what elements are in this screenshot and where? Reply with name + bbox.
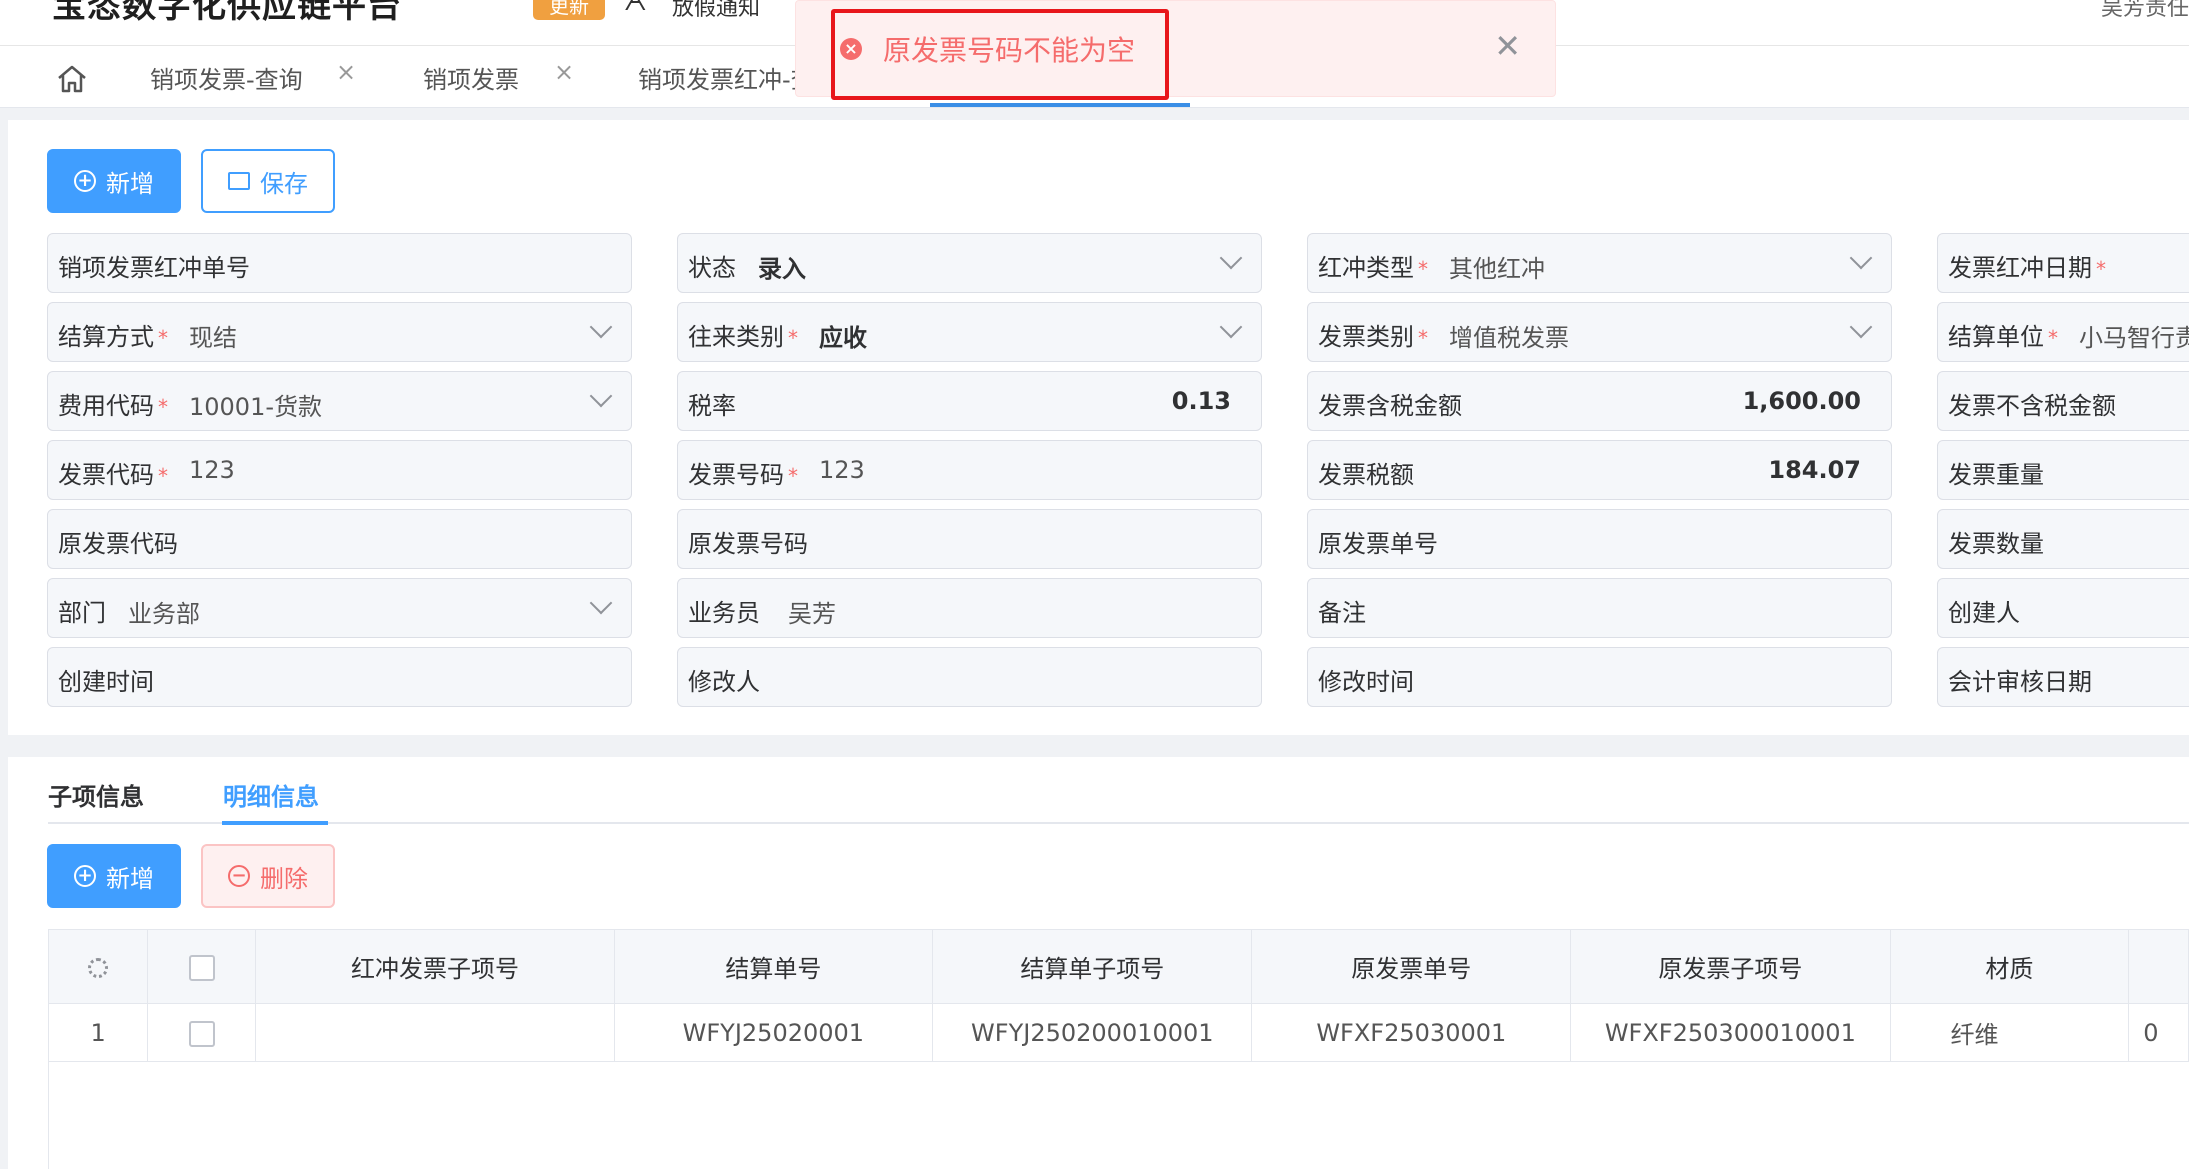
field-invoice-quantity[interactable]: 发票数量 [1937,509,2189,569]
gear-icon[interactable] [88,957,109,978]
table-cell[interactable]: WFXF250300010001 [1570,1003,1891,1062]
field-red-flush-type[interactable]: 红冲类型 * 其他红冲 [1307,233,1892,293]
column-settings[interactable] [47,929,149,1004]
chevron-down-icon [589,384,613,408]
row-select-cell[interactable] [147,1003,257,1062]
field-invoice-weight[interactable]: 发票重量 [1937,440,2189,500]
field-invoice-number[interactable]: 发票号码 * 123 [677,440,1262,500]
tab-invoice-query[interactable]: 销项发票-查询 [150,60,303,95]
column-header[interactable]: 材质 [1889,929,2130,1004]
close-icon[interactable]: × [336,58,356,86]
table-cell[interactable]: WFXF25030001 [1251,1003,1572,1062]
column-header[interactable]: 红冲发票子项号 [255,929,615,1004]
user-info[interactable]: 吴芳责任 [2101,0,2189,22]
notice-icon: ᗅ [624,0,647,16]
tabs-divider [48,822,2189,824]
field-settlement-method[interactable]: 结算方式 * 现结 [47,302,632,362]
plus-circle-icon: + [74,170,96,192]
field-orig-invoice-doc-no[interactable]: 原发票单号 [1307,509,1892,569]
field-remark[interactable]: 备注 [1307,578,1892,638]
chevron-down-icon [1219,315,1243,339]
field-red-flush-date[interactable]: 发票红冲日期 * [1937,233,2189,293]
table-cell[interactable]: 0 [2128,1003,2189,1062]
field-salesperson[interactable]: 业务员 吴芳 [677,578,1262,638]
tab-invoice[interactable]: 销项发票 [423,60,519,95]
detail-panel: 子项信息 明细信息 + 新增 − 删除 红冲发票子项号 结算单号 结算单子项号 … [8,757,2189,1169]
save-button[interactable]: 保存 [201,149,335,213]
field-red-flush-no[interactable]: 销项发票红冲单号 [47,233,632,293]
detail-table: 红冲发票子项号 结算单号 结算单子项号 原发票单号 原发票子项号 材质 1 WF… [47,929,2189,1062]
error-icon: × [840,38,862,60]
close-icon[interactable]: × [554,58,574,86]
toast-message: 原发票号码不能为空 [883,34,1136,67]
column-header[interactable]: 结算单子项号 [932,929,1253,1004]
field-audit-date[interactable]: 会计审核日期 [1937,647,2189,707]
field-modified-time[interactable]: 修改时间 [1307,647,1892,707]
column-header-more [2128,929,2189,1004]
active-tab-indicator [930,103,1190,107]
chevron-down-icon [1849,315,1873,339]
field-creator[interactable]: 创建人 [1937,578,2189,638]
row-index: 1 [47,1003,149,1062]
chevron-down-icon [589,591,613,615]
field-invoice-code[interactable]: 发票代码 * 123 [47,440,632,500]
field-amount-incl-tax[interactable]: 发票含税金额 1,600.00 [1307,371,1892,431]
table-row[interactable]: 1 WFYJ25020001 WFYJ250200010001 WFXF2503… [47,1003,2189,1062]
field-tax-rate[interactable]: 税率 0.13 [677,371,1262,431]
table-header-row: 红冲发票子项号 结算单号 结算单子项号 原发票单号 原发票子项号 材质 [47,929,2189,1004]
app-title: 宝恣数字化供应链平台 [52,0,402,26]
select-all-cell[interactable] [147,929,257,1004]
field-transaction-type[interactable]: 往来类别 * 应收 [677,302,1262,362]
tab-sub-items[interactable]: 子项信息 [48,777,144,812]
field-orig-invoice-number[interactable]: 原发票号码 [677,509,1262,569]
chevron-down-icon [589,315,613,339]
table-cell[interactable]: WFYJ250200010001 [932,1003,1253,1062]
form-panel: + 新增 保存 销项发票红冲单号 结算方式 * 现结 费用代码 * 10001-货款… [8,120,2189,735]
table-cell[interactable] [255,1003,615,1062]
folder-icon [228,172,250,190]
home-icon[interactable] [56,64,88,94]
field-status[interactable]: 状态 录入 [677,233,1262,293]
field-expense-code[interactable]: 费用代码 * 10001-货款 [47,371,632,431]
column-header[interactable]: 原发票子项号 [1570,929,1891,1004]
select-all-checkbox[interactable] [188,954,215,981]
field-amount-excl-tax[interactable]: 发票不含税金额 [1937,371,2189,431]
add-button[interactable]: + 新增 [47,149,181,213]
field-invoice-category[interactable]: 发票类别 * 增值税发票 [1307,302,1892,362]
column-header[interactable]: 原发票单号 [1251,929,1572,1004]
notice-link[interactable]: 放假通知 [672,0,760,22]
chevron-down-icon [1849,246,1873,270]
error-toast: × 原发票号码不能为空 ✕ [795,0,1556,97]
delete-button-label: 删除 [260,864,308,893]
minus-circle-icon: − [228,865,250,887]
save-button-label: 保存 [260,169,308,198]
add-detail-label: 新增 [106,864,154,893]
row-checkbox[interactable] [188,1020,215,1047]
tab-invoice-redflush[interactable]: 销项发票红冲-查 [638,60,815,95]
field-modified-by[interactable]: 修改人 [677,647,1262,707]
update-badge[interactable]: 更新 [533,0,605,20]
delete-button[interactable]: − 删除 [201,844,335,908]
field-department[interactable]: 部门 业务部 [47,578,632,638]
table-body-area [48,1061,2189,1169]
tab-detail-info[interactable]: 明细信息 [223,777,319,812]
field-tax-amount[interactable]: 发票税额 184.07 [1307,440,1892,500]
field-created-time[interactable]: 创建时间 [47,647,632,707]
field-settlement-unit[interactable]: 结算单位 * 小马智行责 [1937,302,2189,362]
column-header[interactable]: 结算单号 [613,929,934,1004]
add-detail-button[interactable]: + 新增 [47,844,181,908]
chevron-down-icon [1219,246,1243,270]
table-cell[interactable]: WFYJ25020001 [613,1003,934,1062]
add-button-label: 新增 [106,169,154,198]
plus-circle-icon: + [74,865,96,887]
close-icon[interactable]: ✕ [1494,27,1521,65]
field-orig-invoice-code[interactable]: 原发票代码 [47,509,632,569]
table-cell[interactable]: 纤维 [1889,1003,2130,1062]
active-subtab-indicator [222,821,328,825]
